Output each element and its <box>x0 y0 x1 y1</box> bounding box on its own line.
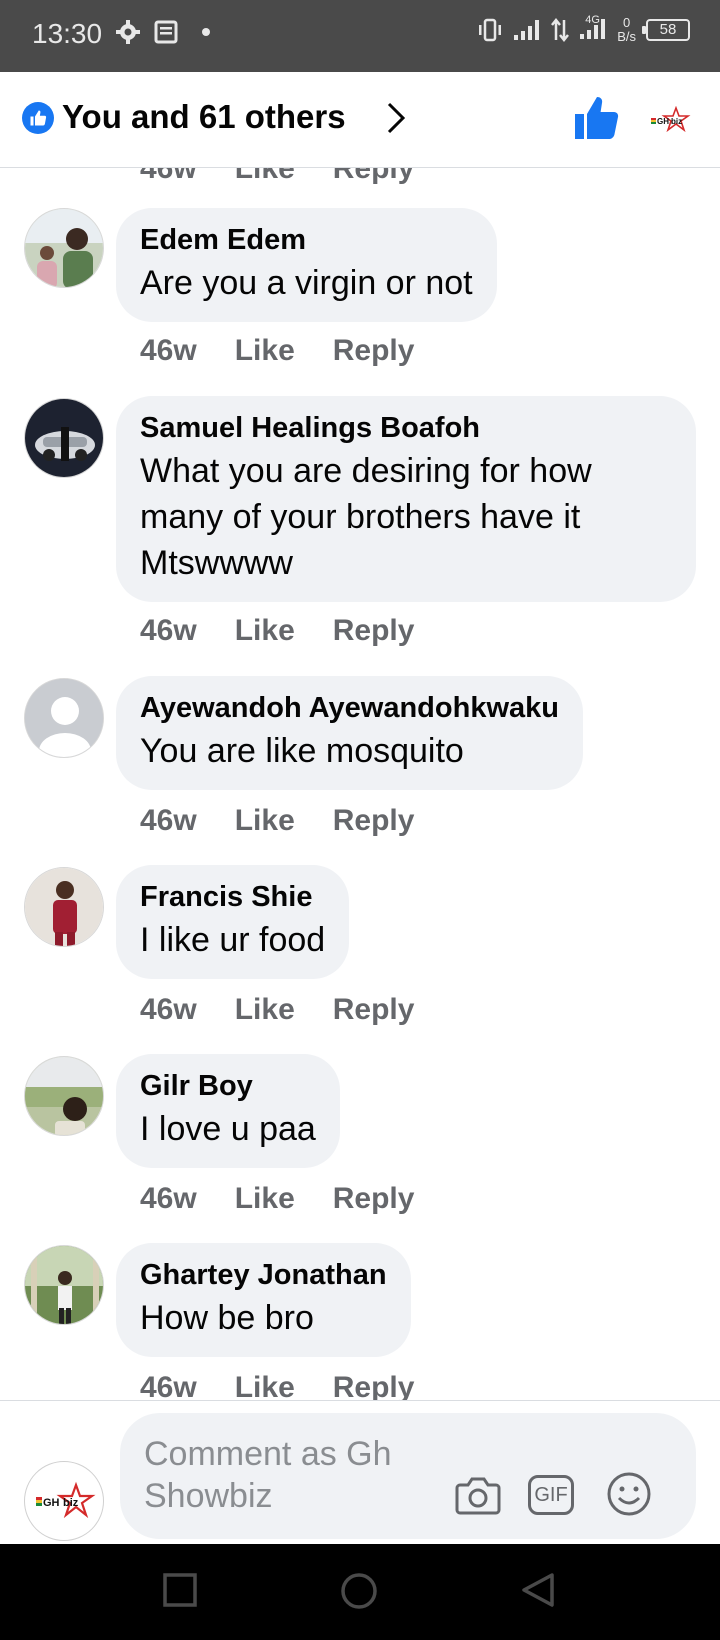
comment-author[interactable]: Ayewandoh Ayewandohkwaku <box>140 690 559 726</box>
previous-comment-actions: 46w Like Reply <box>140 168 414 186</box>
comment-text: You are like mosquito <box>140 732 464 770</box>
avatar[interactable] <box>24 867 104 947</box>
comment-text: What you are desiring for how many of yo… <box>140 452 592 582</box>
avatar[interactable] <box>24 1245 104 1325</box>
signal-4g: 4G <box>579 14 607 43</box>
like-button[interactable]: Like <box>235 168 295 186</box>
comment-time[interactable]: 46w <box>140 993 197 1027</box>
status-time: 13:30 <box>32 18 103 49</box>
comment-actions: 46w Like Reply <box>140 993 414 1027</box>
comment-bubble[interactable]: Samuel Healings Boafoh What you are desi… <box>116 396 696 602</box>
like-badge-icon <box>22 102 54 134</box>
avatar[interactable] <box>24 208 104 288</box>
net-speed-value: 0 <box>622 15 631 30</box>
reply-button[interactable]: Reply <box>333 804 415 838</box>
system-nav-bar <box>0 1544 720 1640</box>
like-button[interactable]: Like <box>235 334 295 368</box>
comment-text: How be bro <box>140 1299 314 1337</box>
vibrate-icon <box>479 18 502 42</box>
reply-button[interactable]: Reply <box>333 334 415 368</box>
back-icon[interactable] <box>520 1572 556 1608</box>
comment-author[interactable]: Samuel Healings Boafoh <box>140 410 672 446</box>
comment-input-placeholder: Comment as Gh Showbiz <box>144 1435 392 1515</box>
chevron-right-icon[interactable] <box>384 100 408 136</box>
recents-icon[interactable] <box>162 1572 198 1608</box>
comment-time[interactable]: 46w <box>140 1182 197 1216</box>
comment-actions: 46w Like Reply <box>140 1182 414 1216</box>
comment-composer: GH biz Comment as Gh Showbiz GIF <box>0 1400 720 1544</box>
gh-showbiz-logo: GH biz <box>648 105 692 134</box>
battery-level: 58 <box>659 21 677 38</box>
comment-bubble[interactable]: Ayewandoh Ayewandohkwaku You are like mo… <box>116 676 583 790</box>
status-bar: 13:30 4G 0 B/s 58 <box>0 0 720 72</box>
status-left-icons <box>116 20 210 44</box>
comment-author[interactable]: Francis Shie <box>140 879 325 915</box>
comment-bubble[interactable]: Gilr Boy I love u paa <box>116 1054 340 1168</box>
reactions-header: You and 61 others GH biz <box>0 72 720 168</box>
reply-button[interactable]: Reply <box>333 993 415 1027</box>
comment-actions: 46w Like Reply <box>140 334 414 368</box>
like-button[interactable]: Like <box>235 1182 295 1216</box>
comment-bubble[interactable]: Ghartey Jonathan How be bro <box>116 1243 411 1357</box>
status-right-icons: 4G 0 B/s 58 <box>477 14 690 44</box>
comment-time[interactable]: 46w <box>140 804 197 838</box>
comment-time[interactable]: 46w <box>140 614 197 648</box>
reply-button[interactable]: Reply <box>333 614 415 648</box>
net-speed-unit: B/s <box>617 29 636 44</box>
comment-time[interactable]: 46w <box>140 334 197 368</box>
network-type: 4G <box>585 13 600 26</box>
avatar[interactable] <box>24 1056 104 1136</box>
reactions-summary[interactable]: You and 61 others <box>62 98 346 136</box>
camera-icon[interactable] <box>454 1473 502 1517</box>
home-icon[interactable] <box>340 1572 378 1610</box>
battery-icon: 58 <box>642 19 690 41</box>
gear-icon <box>116 20 140 44</box>
comment-actions: 46w Like Reply <box>140 1371 414 1400</box>
comment-text: I love u paa <box>140 1110 316 1148</box>
reply-button[interactable]: Reply <box>333 168 415 186</box>
data-arrows-icon <box>551 18 570 42</box>
comment-author[interactable]: Edem Edem <box>140 222 473 258</box>
svg-text:GH: GH <box>657 117 669 126</box>
like-button[interactable]: Like <box>235 614 295 648</box>
net-speed: 0 B/s <box>617 16 636 44</box>
comment-time[interactable]: 46w <box>140 1371 197 1400</box>
comment-text: Are you a virgin or not <box>140 264 473 302</box>
like-button[interactable]: Like <box>235 1371 295 1400</box>
comment-time: 46w <box>140 168 197 185</box>
signal-icon <box>514 20 540 40</box>
comment-author[interactable]: Gilr Boy <box>140 1068 316 1104</box>
comment-actions: 46w Like Reply <box>140 804 414 838</box>
comment-actions: 46w Like Reply <box>140 614 414 648</box>
avatar[interactable] <box>24 398 104 478</box>
logo-text-b: biz <box>63 1497 79 1509</box>
comment-bubble[interactable]: Francis Shie I like ur food <box>116 865 350 979</box>
thumbs-up-icon[interactable] <box>572 94 620 142</box>
news-icon <box>154 20 178 44</box>
dot-icon <box>202 28 210 36</box>
like-button[interactable]: Like <box>235 993 295 1027</box>
comment-bubble[interactable]: Edem Edem Are you a virgin or not <box>116 208 497 322</box>
like-button[interactable]: Like <box>235 804 295 838</box>
reply-button[interactable]: Reply <box>333 1371 415 1400</box>
emoji-icon[interactable] <box>606 1471 652 1517</box>
comment-author[interactable]: Ghartey Jonathan <box>140 1257 387 1293</box>
logo-text: GH <box>43 1497 60 1509</box>
comment-text: I like ur food <box>140 921 326 959</box>
comment-list[interactable]: 46w Like Reply Edem Edem Are you a virgi… <box>0 168 720 1400</box>
reply-button[interactable]: Reply <box>333 1182 415 1216</box>
composer-avatar: GH biz <box>24 1461 104 1541</box>
gif-label: GIF <box>534 1484 568 1506</box>
svg-text:biz: biz <box>671 117 682 126</box>
gif-icon[interactable]: GIF <box>528 1475 574 1515</box>
comments-sheet: You and 61 others GH biz 46w Like Reply … <box>0 72 720 1544</box>
avatar[interactable] <box>24 678 104 758</box>
comment-input[interactable]: Comment as Gh Showbiz GIF <box>120 1413 696 1539</box>
